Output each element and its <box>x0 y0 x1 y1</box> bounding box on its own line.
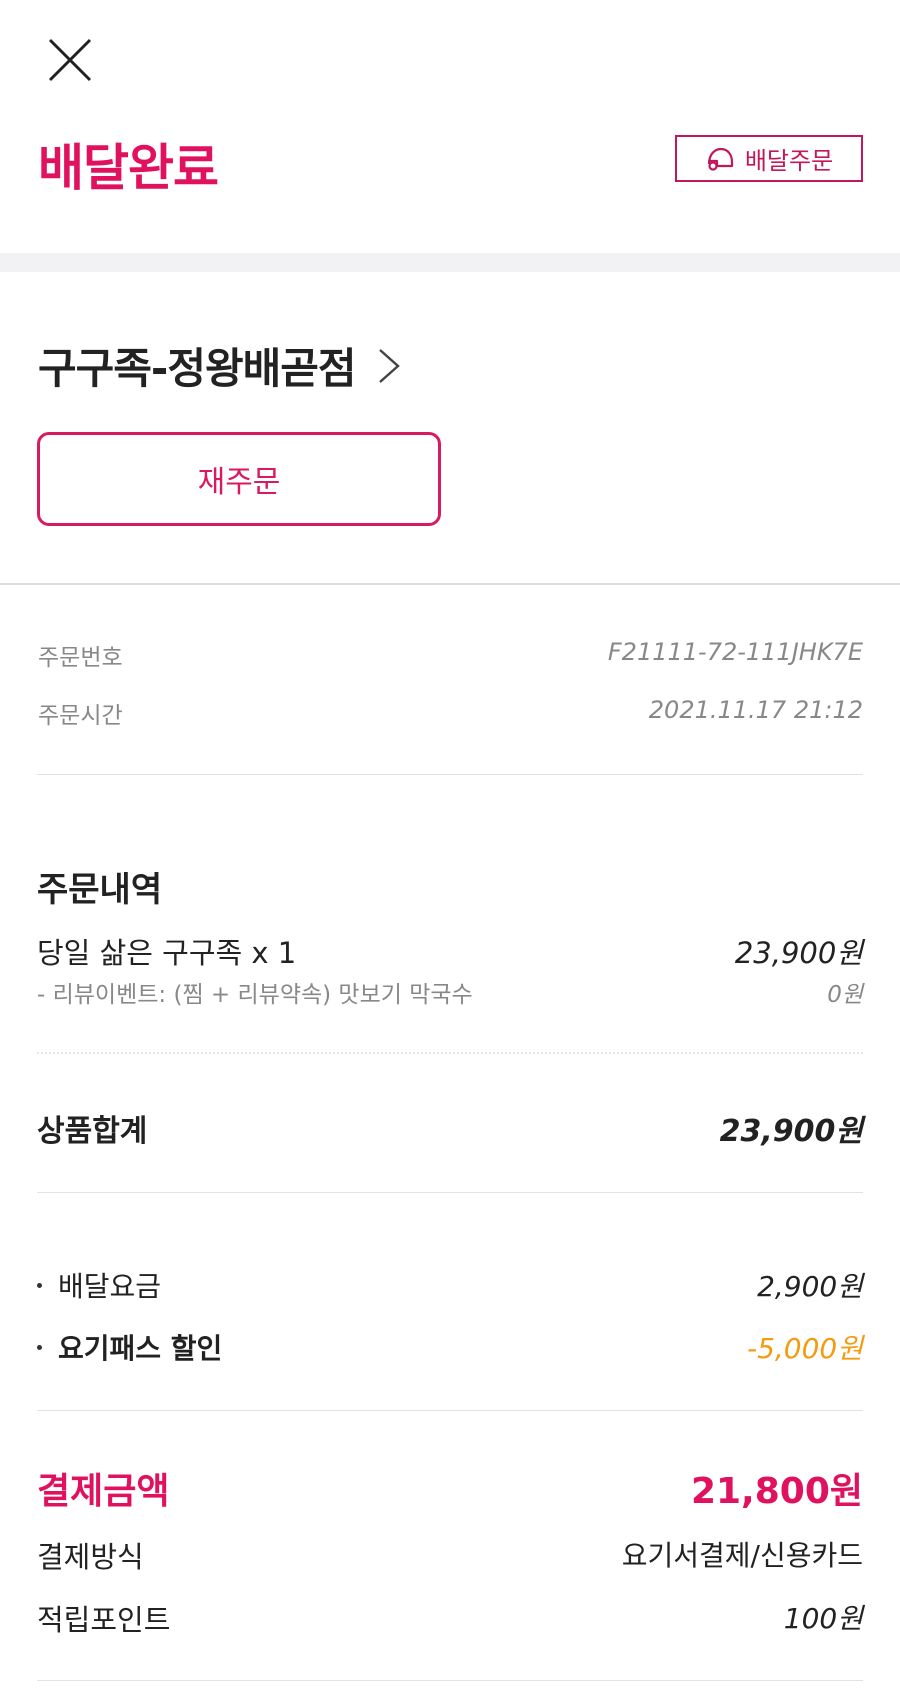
points-value: 100원 <box>783 1602 863 1635</box>
order-details-title: 주문내역 <box>37 870 163 910</box>
order-item-option: - 리뷰이벤트: (찜 + 리뷰약속) 맛보기 막국수 <box>37 982 473 1008</box>
payment-total-value: 21,800원 <box>690 1471 863 1512</box>
subtotal-value: 23,900원 <box>719 1114 863 1149</box>
subtotal-label: 상품합계 <box>37 1114 148 1149</box>
bullet-icon <box>37 1344 42 1350</box>
divider <box>37 1192 863 1193</box>
order-item-price: 23,900원 <box>734 936 863 970</box>
order-item-option-price: 0원 <box>827 982 863 1008</box>
fee-label-text: 배달요금 <box>58 1270 162 1303</box>
order-item-name: 당일 삶은 구구족 x 1 <box>37 936 297 970</box>
payment-method-label: 결제방식 <box>37 1540 144 1574</box>
dotted-divider <box>37 1052 863 1054</box>
reorder-button[interactable]: 재주문 <box>37 432 441 526</box>
close-icon <box>48 38 92 82</box>
delivery-fee-value: 2,900원 <box>757 1270 863 1303</box>
bullet-icon <box>37 1282 42 1288</box>
points-label: 적립포인트 <box>37 1603 171 1637</box>
section-separator <box>0 253 900 272</box>
chevron-right-icon <box>378 348 400 383</box>
yogipass-discount-value: -5,000원 <box>746 1332 863 1365</box>
divider <box>0 583 900 585</box>
order-number-value: F21111-72-111JHK7E <box>607 638 863 666</box>
payment-total-label: 결제금액 <box>37 1471 170 1512</box>
helmet-icon <box>707 147 733 171</box>
payment-method-value: 요기서결제/신용카드 <box>621 1539 863 1572</box>
store-name: 구구족-정왕배곧점 <box>38 344 357 393</box>
order-time-value: 2021.11.17 21:12 <box>648 696 863 724</box>
order-time-label: 주문시간 <box>38 703 123 729</box>
delivery-fee-label: 배달요금 <box>37 1265 161 1305</box>
store-link[interactable]: 구구족-정왕배곧점 <box>38 335 402 396</box>
fee-label-text: 요기패스 할인 <box>58 1332 223 1365</box>
divider <box>37 1680 863 1681</box>
delivery-status-title: 배달완료 <box>38 139 219 197</box>
close-button[interactable] <box>40 30 100 90</box>
delivery-order-badge[interactable]: 배달주문 <box>675 135 863 182</box>
yogipass-discount-label: 요기패스 할인 <box>37 1327 222 1367</box>
divider <box>37 1410 863 1411</box>
delivery-badge-label: 배달주문 <box>744 147 834 175</box>
divider <box>37 774 863 775</box>
order-number-label: 주문번호 <box>38 645 123 671</box>
